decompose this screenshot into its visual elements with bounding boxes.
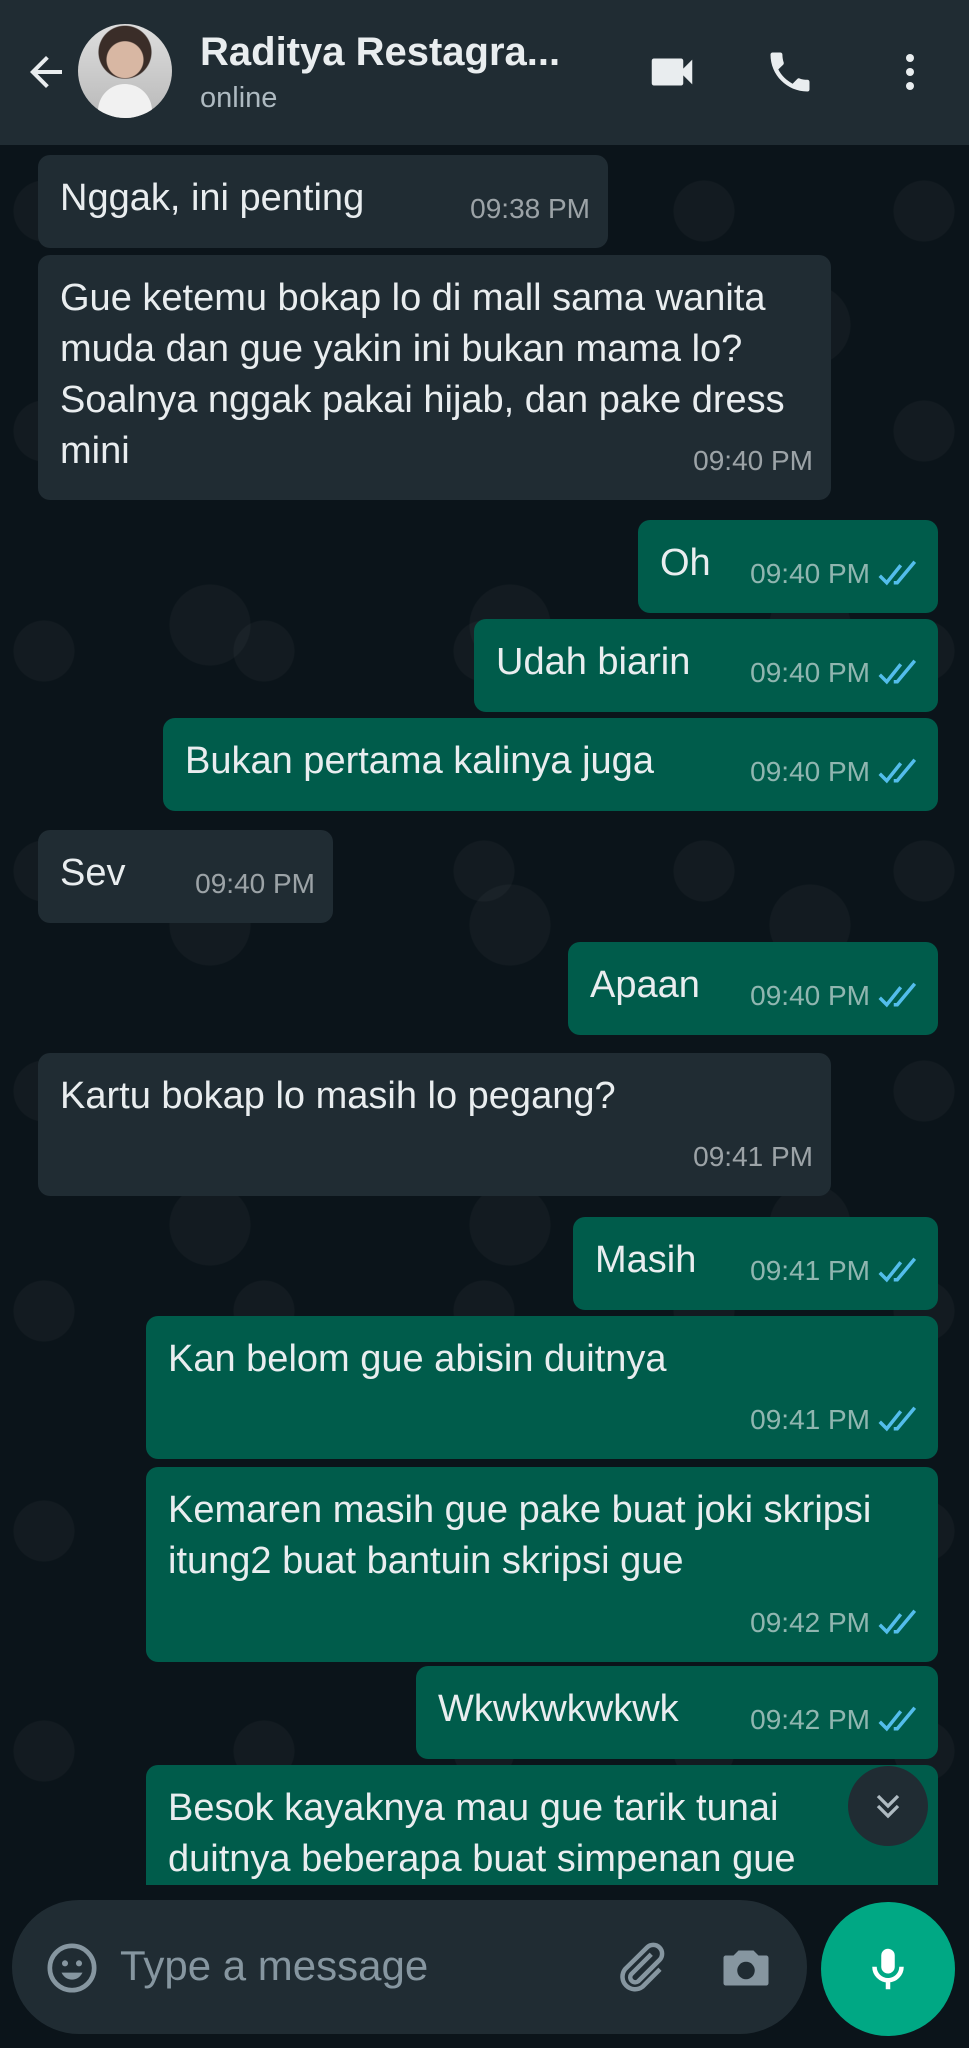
message-time: 09:40 PM [750, 970, 920, 1021]
message-time: 09:40 PM [750, 647, 920, 698]
message-time: 09:41 PM [750, 1394, 920, 1445]
message-bubble[interactable]: Gue ketemu bokap lo di mall sama wanita … [38, 255, 831, 500]
message-bubble[interactable]: Wkwkwkwkwk 09:42 PM [416, 1666, 938, 1759]
message-input[interactable]: Type a message [120, 1942, 428, 1990]
double-check-icon [878, 560, 917, 585]
message-time: 09:40 PM [750, 548, 920, 599]
message-bubble[interactable]: Masih 09:41 PM [573, 1217, 938, 1310]
more-options-button[interactable] [878, 40, 942, 104]
message-bubble[interactable]: Nggak, ini penting 09:38 PM [38, 155, 608, 248]
back-button[interactable] [18, 44, 74, 100]
message-bubble[interactable]: Kemaren masih gue pake buat joki skripsi… [146, 1467, 938, 1662]
message-time: 09:41 PM [750, 1245, 920, 1296]
voice-call-button[interactable] [758, 40, 822, 104]
double-check-icon [878, 1706, 917, 1731]
double-check-icon [878, 659, 917, 684]
message-time: 09:40 PM [195, 868, 315, 899]
double-check-icon [878, 1257, 917, 1282]
message-bubble[interactable]: Kan belom gue abisin duitnya 09:41 PM [146, 1316, 938, 1459]
message-time: 09:41 PM [693, 1141, 813, 1172]
message-text: Kan belom gue abisin duitnya [168, 1338, 667, 1380]
chevron-down-icon [876, 1794, 900, 1819]
voice-call-icon [770, 52, 810, 92]
message-bubble[interactable]: Kartu bokap lo masih lo pegang? 09:41 PM [38, 1053, 831, 1196]
contact-status: online [200, 82, 278, 114]
more-options-icon [906, 54, 914, 90]
video-call-button[interactable] [640, 40, 704, 104]
message-bubble[interactable]: Bukan pertama kalinya juga 09:40 PM [163, 718, 938, 811]
voice-message-button[interactable] [821, 1902, 955, 2036]
message-time: 09:40 PM [750, 746, 920, 797]
camera-icon[interactable] [716, 1938, 776, 1998]
video-call-icon [651, 58, 693, 86]
message-bubble[interactable]: Oh 09:40 PM [638, 520, 938, 613]
double-check-icon [878, 982, 917, 1007]
attach-icon[interactable] [610, 1938, 670, 1998]
double-check-icon [878, 758, 917, 783]
message-time: 09:38 PM [470, 193, 590, 224]
chat-header: Raditya Restagra... online [0, 0, 969, 145]
double-check-icon [878, 1609, 917, 1634]
message-bubble[interactable]: Apaan 09:40 PM [568, 942, 938, 1035]
scroll-to-bottom-button[interactable] [848, 1766, 928, 1846]
message-time: 09:40 PM [693, 445, 813, 476]
message-bubble[interactable]: Besok kayaknya mau gue tarik tunai duitn… [146, 1765, 938, 1885]
mic-icon [872, 1948, 904, 1990]
back-arrow-icon [30, 56, 62, 88]
message-composer: Type a message [12, 1900, 807, 2034]
message-list[interactable]: Nggak, ini penting 09:38 PM Gue ketemu b… [0, 145, 969, 1885]
message-bubble[interactable]: Sev 09:40 PM [38, 830, 333, 923]
message-time: 09:42 PM [750, 1694, 920, 1745]
double-check-icon [878, 1406, 917, 1431]
message-time: 09:42 PM [750, 1597, 920, 1648]
message-text: Gue ketemu bokap lo di mall sama wanita … [60, 277, 785, 472]
avatar[interactable] [78, 24, 172, 118]
message-text: Kemaren masih gue pake buat joki skripsi… [168, 1489, 872, 1582]
message-bubble[interactable]: Udah biarin 09:40 PM [474, 619, 938, 712]
message-text: Kartu bokap lo masih lo pegang? [60, 1075, 616, 1117]
contact-name[interactable]: Raditya Restagra... [200, 30, 560, 75]
emoji-icon[interactable] [44, 1940, 100, 1996]
message-text: Besok kayaknya mau gue tarik tunai duitn… [168, 1787, 796, 1880]
